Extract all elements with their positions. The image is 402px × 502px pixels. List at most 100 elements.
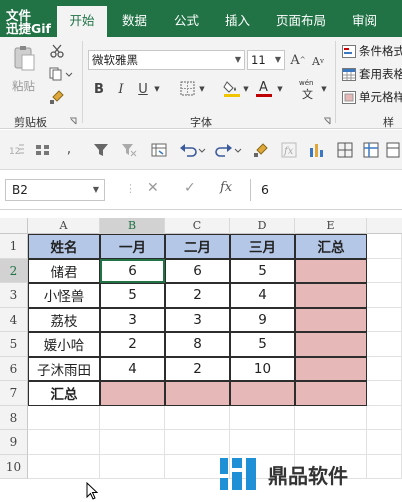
table-cell[interactable] <box>165 405 230 430</box>
fill-color-icon[interactable] <box>222 77 242 99</box>
table-cell[interactable] <box>367 405 402 430</box>
table-cell[interactable] <box>367 430 402 455</box>
table-cell[interactable] <box>295 307 367 332</box>
table-cell[interactable]: 3 <box>100 307 165 332</box>
table-cell[interactable]: 6 <box>100 258 165 283</box>
row-header[interactable]: 7 <box>0 381 28 406</box>
row-header[interactable]: 5 <box>0 332 28 357</box>
chevron-down-icon[interactable]: ▼ <box>93 180 99 200</box>
font-color-icon[interactable]: A <box>254 77 274 99</box>
table-cell[interactable] <box>28 405 100 430</box>
table-cell[interactable]: 一月 <box>100 234 165 259</box>
conditional-format-icon[interactable] <box>341 44 357 58</box>
table-cell[interactable]: 6 <box>165 258 230 283</box>
format-as-table-icon[interactable] <box>341 67 357 81</box>
table-cell[interactable]: 4 <box>100 356 165 381</box>
filter-icon[interactable] <box>92 142 110 158</box>
table-cell[interactable] <box>367 258 402 283</box>
table-cell[interactable] <box>295 430 367 455</box>
border-icon[interactable] <box>178 79 196 97</box>
table-cell[interactable] <box>165 430 230 455</box>
cell-styles-button[interactable]: 单元格样 <box>359 89 402 105</box>
formula-input[interactable]: 6 <box>250 179 402 201</box>
table-cell[interactable]: 10 <box>230 356 295 381</box>
column-header-a[interactable]: A <box>28 218 100 234</box>
table-cell[interactable] <box>28 454 100 479</box>
row-header[interactable]: 3 <box>0 283 28 308</box>
table-cell[interactable] <box>230 381 295 406</box>
table-cell[interactable]: 9 <box>230 307 295 332</box>
name-box[interactable]: B2 ▼ <box>5 179 105 201</box>
row-header[interactable]: 9 <box>0 430 28 455</box>
cell-styles-icon[interactable] <box>341 90 357 104</box>
format-painter-icon[interactable] <box>252 141 270 159</box>
table-cell[interactable] <box>295 381 367 406</box>
copy-icon[interactable] <box>48 65 74 83</box>
table-cell[interactable] <box>367 356 402 381</box>
table-cell[interactable] <box>100 381 165 406</box>
table-cell[interactable] <box>100 454 165 479</box>
cancel-icon[interactable]: ✕ <box>147 180 159 196</box>
font-size-select[interactable]: 11 ▼ <box>247 50 285 70</box>
table-cell[interactable]: 5 <box>230 332 295 357</box>
table-cell[interactable] <box>367 283 402 308</box>
table-cell[interactable] <box>367 381 402 406</box>
chevron-down-icon[interactable]: ▼ <box>242 82 250 96</box>
paste-button[interactable]: 粘贴 <box>12 78 35 94</box>
row-header[interactable]: 4 <box>0 307 28 332</box>
tab-home[interactable]: 开始 <box>57 6 107 37</box>
group-icon[interactable] <box>34 142 52 158</box>
row-header[interactable]: 1 <box>0 234 28 259</box>
italic-button[interactable]: I <box>114 80 128 98</box>
table-cell[interactable] <box>295 405 367 430</box>
clipboard-launcher-icon[interactable] <box>68 116 77 125</box>
table-cell[interactable]: 8 <box>165 332 230 357</box>
table-cell[interactable]: 媛小哈 <box>28 332 100 357</box>
format-as-table-button[interactable]: 套用表格 <box>359 66 402 82</box>
table-cell[interactable]: 荔枝 <box>28 307 100 332</box>
underline-button[interactable]: U <box>136 80 150 98</box>
table-cell[interactable] <box>295 283 367 308</box>
insert-function-button[interactable]: fx <box>220 180 232 195</box>
table-cell[interactable]: 汇总 <box>295 234 367 259</box>
pivot-icon[interactable] <box>150 142 168 158</box>
select-all-button[interactable] <box>0 218 28 234</box>
insert-function-icon[interactable]: fx <box>280 141 298 159</box>
undo-icon[interactable] <box>178 141 208 159</box>
tab-review[interactable]: 审阅 <box>352 10 377 29</box>
column-header-e[interactable]: E <box>295 218 367 234</box>
table-cell[interactable] <box>230 405 295 430</box>
table-cell[interactable]: 2 <box>165 356 230 381</box>
table-cell[interactable] <box>230 430 295 455</box>
tab-insert[interactable]: 插入 <box>225 10 250 29</box>
table-cell[interactable]: 5 <box>100 283 165 308</box>
table-cell[interactable]: 三月 <box>230 234 295 259</box>
column-header-d[interactable]: D <box>230 218 295 234</box>
column-header-c[interactable]: C <box>165 218 230 234</box>
table-cell[interactable] <box>100 405 165 430</box>
row-header[interactable]: 2 <box>0 258 28 283</box>
table-cell[interactable]: 汇总 <box>28 381 100 406</box>
paste-icon[interactable] <box>8 44 40 74</box>
table-cell[interactable] <box>295 332 367 357</box>
chevron-down-icon[interactable]: ▼ <box>153 82 161 96</box>
redo-icon[interactable] <box>214 141 244 159</box>
tab-formulas[interactable]: 公式 <box>174 10 199 29</box>
table-cell[interactable]: 子沐雨田 <box>28 356 100 381</box>
font-launcher-icon[interactable] <box>322 116 331 125</box>
table-cell[interactable] <box>295 258 367 283</box>
column-chart-icon[interactable] <box>308 141 326 159</box>
increase-font-icon[interactable]: A ^ <box>290 51 306 69</box>
table-cell[interactable] <box>165 381 230 406</box>
table-cell[interactable] <box>100 430 165 455</box>
tab-data[interactable]: 数据 <box>122 10 147 29</box>
field-list-icon[interactable]: 12 <box>8 142 26 158</box>
table-cell[interactable]: 3 <box>165 307 230 332</box>
bold-button[interactable]: B <box>92 80 106 98</box>
row-header[interactable]: 10 <box>0 454 28 479</box>
format-painter-icon[interactable] <box>48 88 66 106</box>
table-cell[interactable] <box>295 356 367 381</box>
table-cell[interactable] <box>367 234 402 259</box>
table-cell[interactable]: 4 <box>230 283 295 308</box>
row-header[interactable]: 6 <box>0 356 28 381</box>
